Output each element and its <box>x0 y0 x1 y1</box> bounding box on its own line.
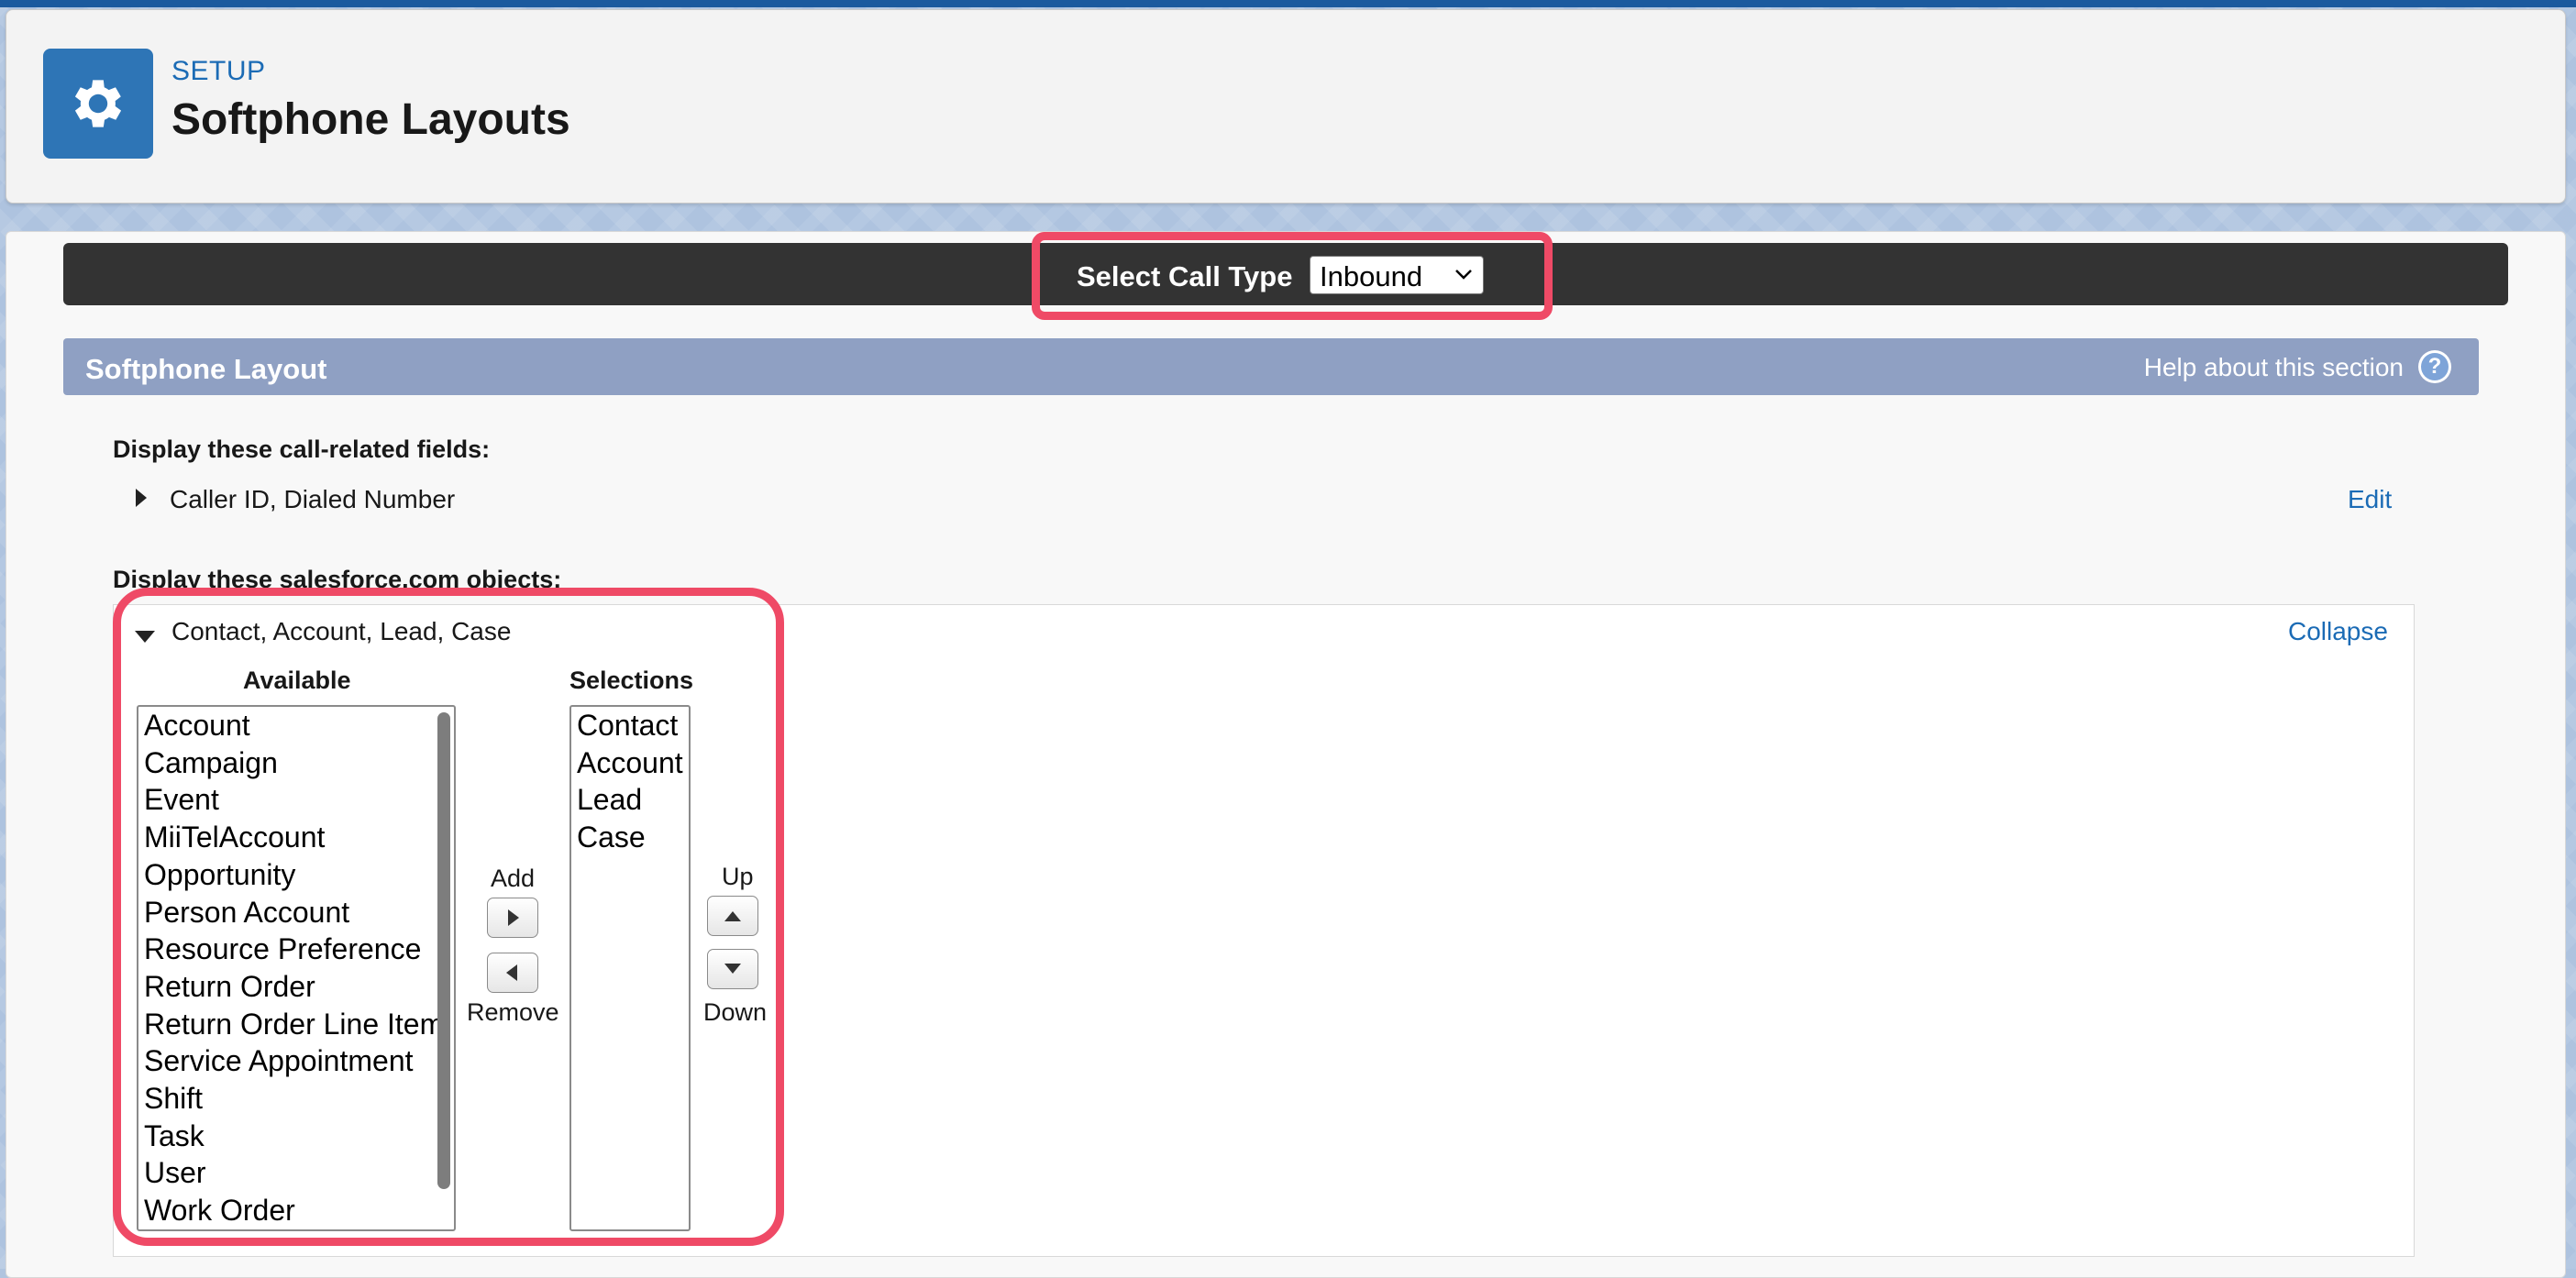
main-panel: Select Call Type Inbound Softphone Layou… <box>6 231 2566 1278</box>
page-header: SETUP Softphone Layouts <box>6 9 2566 204</box>
highlight-call-type <box>1032 232 1553 320</box>
edit-call-fields-link[interactable]: Edit <box>2348 485 2392 514</box>
collapse-link[interactable]: Collapse <box>2288 617 2388 646</box>
help-link[interactable]: Help about this section <box>2144 353 2404 382</box>
top-accent-strip <box>0 0 2576 7</box>
expand-triangle-icon[interactable] <box>133 487 149 509</box>
section-header: Softphone Layout Help about this section… <box>63 338 2479 395</box>
setup-breadcrumb: SETUP <box>171 56 266 86</box>
section-title: Softphone Layout <box>85 353 327 385</box>
call-fields-label: Display these call-related fields: <box>113 435 491 463</box>
help-icon[interactable]: ? <box>2418 350 2451 383</box>
highlight-objects-selector <box>113 588 784 1246</box>
call-fields-summary: Caller ID, Dialed Number <box>170 485 456 513</box>
page-title: Softphone Layouts <box>171 95 570 144</box>
gear-icon <box>43 49 153 159</box>
